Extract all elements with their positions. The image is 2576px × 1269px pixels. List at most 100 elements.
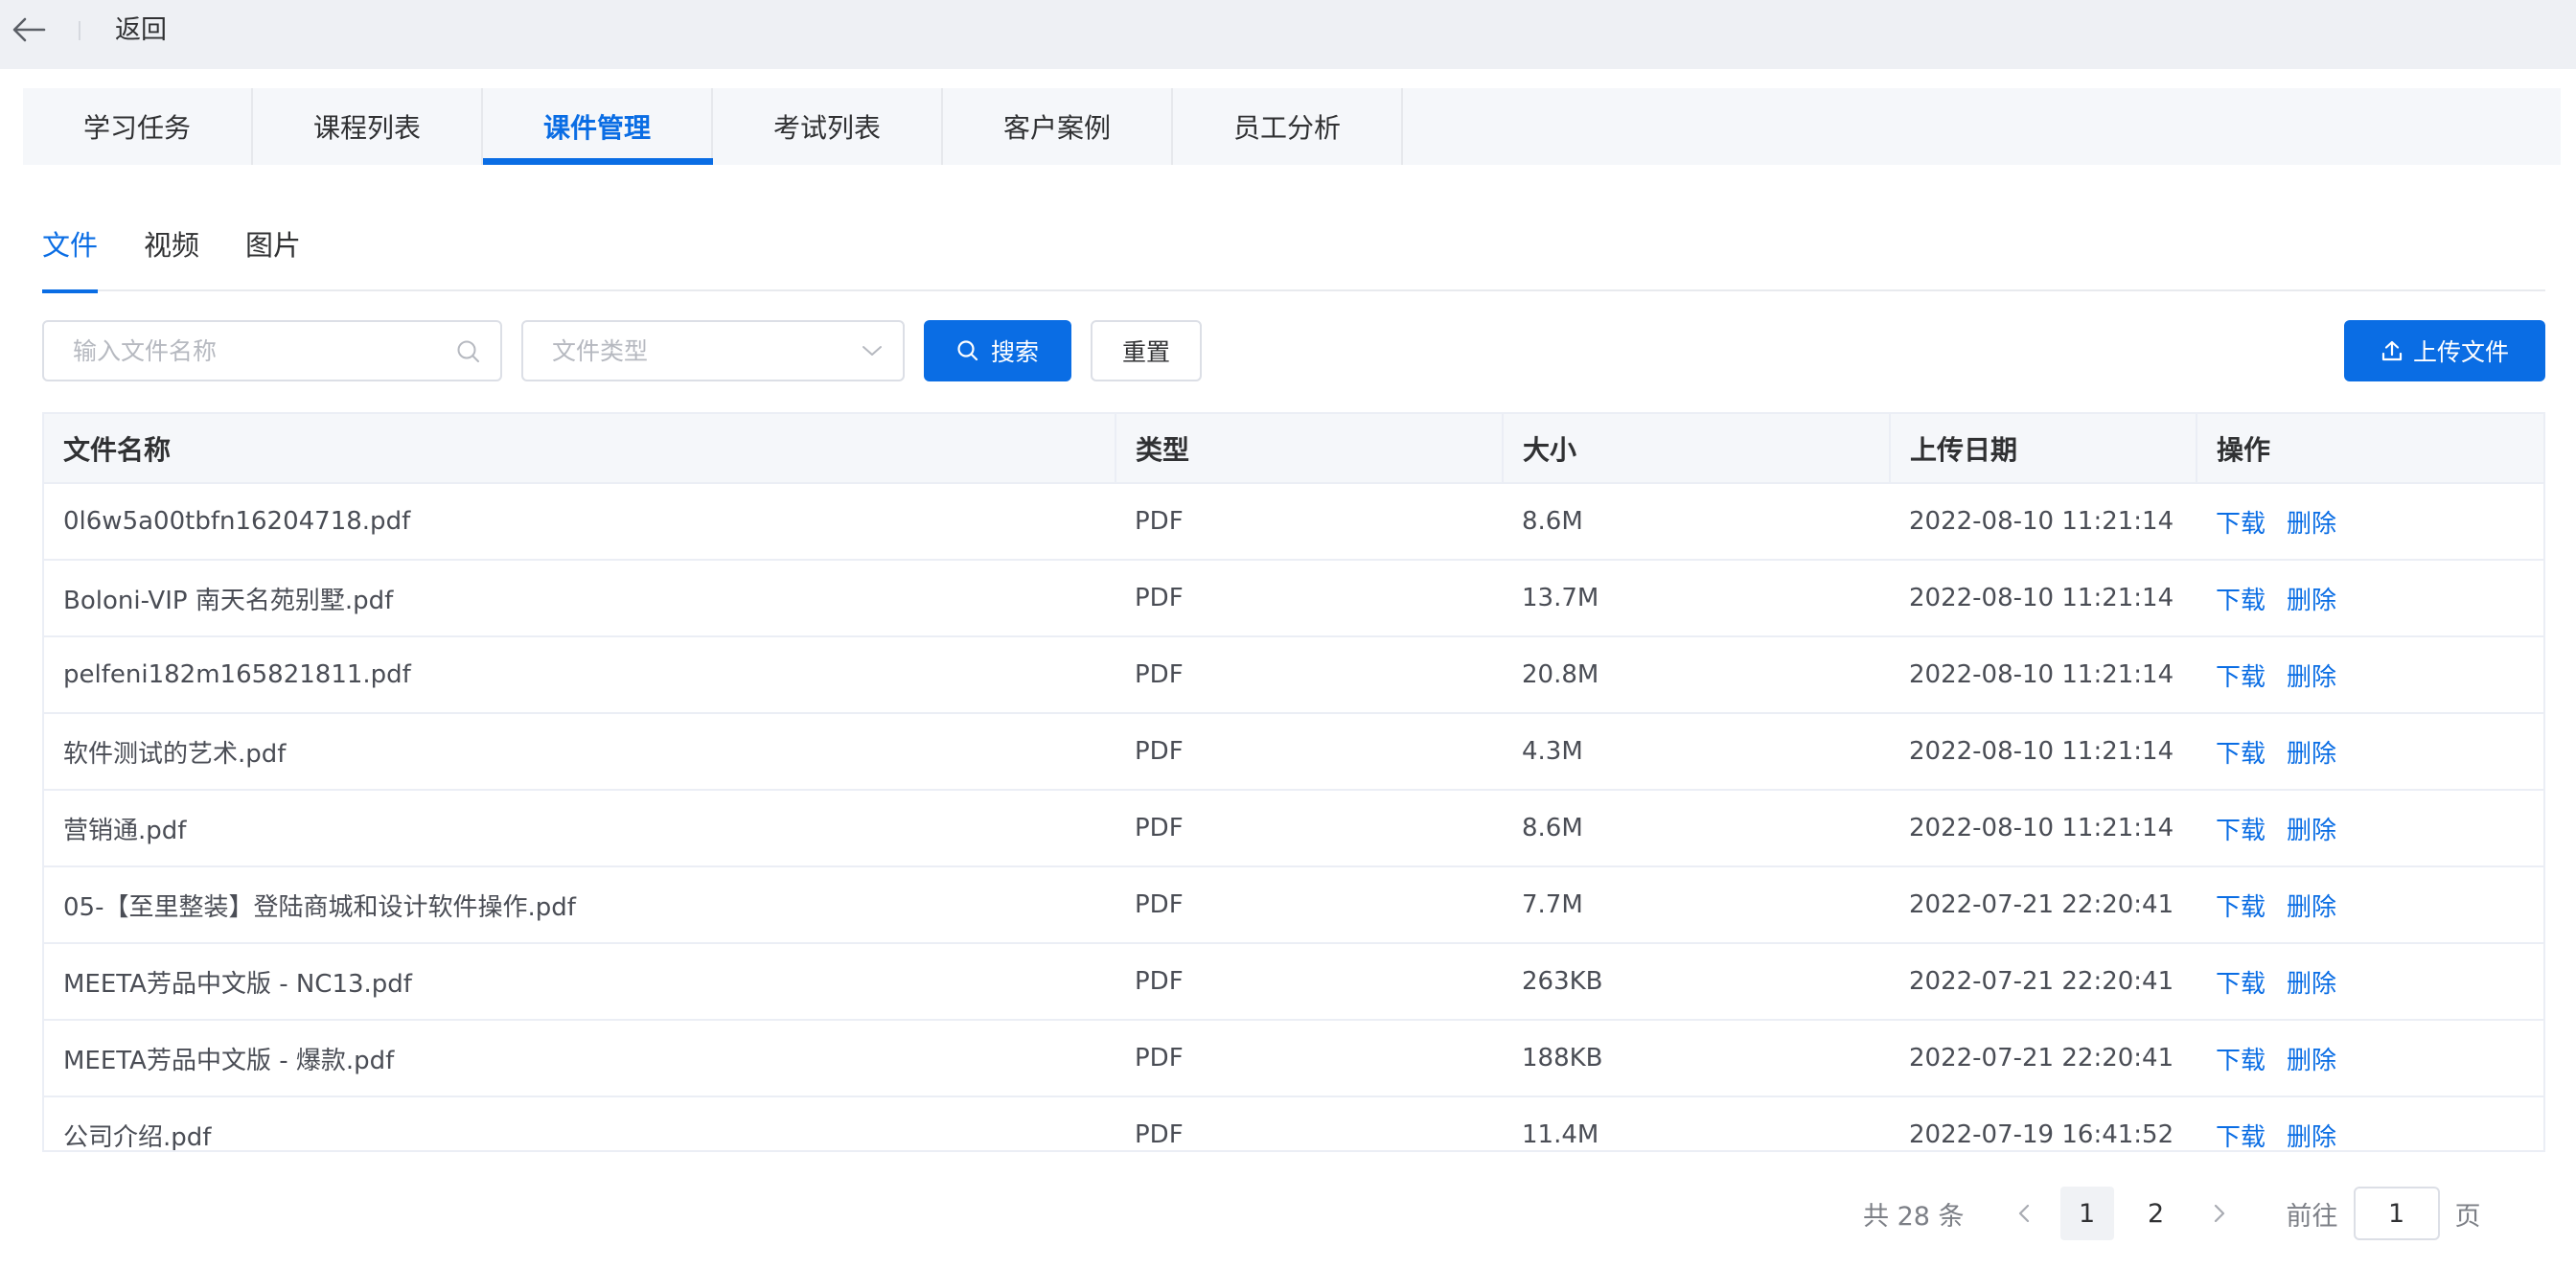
delete-link[interactable]: 删除 — [2287, 1047, 2336, 1075]
cell-size: 8.6M — [1503, 790, 1890, 867]
topbar-divider — [79, 21, 80, 40]
delete-link[interactable]: 删除 — [2287, 740, 2336, 769]
table-row: pelfeni182m165821811.pdf PDF 20.8M 2022-08-… — [44, 636, 2543, 714]
delete-link[interactable]: 删除 — [2287, 1123, 2336, 1151]
cell-type: PDF — [1116, 866, 1503, 944]
file-type-placeholder: 文件类型 — [552, 337, 649, 365]
back-link[interactable]: 返回 — [115, 13, 167, 48]
delete-link[interactable]: 删除 — [2287, 970, 2336, 999]
download-link[interactable]: 下载 — [2216, 1123, 2266, 1151]
cell-type: PDF — [1116, 943, 1503, 1021]
download-link[interactable]: 下载 — [2216, 740, 2266, 769]
cell-name: 软件测试的艺术.pdf — [44, 713, 1116, 791]
chevron-right-icon — [2214, 1204, 2224, 1223]
download-link[interactable]: 下载 — [2216, 510, 2266, 539]
total-count: 共 28 条 — [1863, 1201, 1965, 1232]
cell-size: 4.3M — [1503, 713, 1890, 791]
page-number-button[interactable]: 1 — [2059, 1187, 2114, 1240]
cell-type: PDF — [1116, 713, 1503, 791]
main-tabs: 学习任务 课程列表 课件管理 考试列表 客户案例 员工分析 — [23, 88, 2561, 165]
main-content: 学习任务课程列表课件管理考试列表客户案例员工分析 文件视频图片 文件类型 搜索 … — [4, 69, 2576, 1269]
cell-date: 2022-07-21 22:20:41 — [1890, 866, 2196, 944]
pagination: 共 28 条 12 前往 1 页 — [1863, 1185, 2481, 1242]
cell-actions: 下载 删除 — [2196, 1020, 2543, 1097]
cell-actions: 下载 删除 — [2196, 483, 2543, 561]
sub-tabs: 文件 视频 图片 — [42, 219, 2545, 293]
download-link[interactable]: 下载 — [2216, 587, 2266, 615]
cell-actions: 下载 删除 — [2196, 1096, 2543, 1151]
main-tab[interactable]: 课程列表 — [253, 88, 483, 165]
cell-name: 05-【至里整装】登陆商城和设计软件操作.pdf — [44, 866, 1116, 944]
reset-button-label: 重置 — [1121, 338, 1170, 366]
table-row: Boloni-VIP 南天名苑别墅.pdf PDF 13.7M 2022-08-10 … — [44, 560, 2543, 637]
cell-actions: 下载 删除 — [2196, 713, 2543, 791]
top-bar: 返回 — [0, 0, 2576, 69]
cell-name: MEETA芳品中文版 - NC13.pdf — [44, 943, 1116, 1021]
table-row: 软件测试的艺术.pdf PDF 4.3M 2022-08-10 11:21:14 下载删… — [44, 713, 2543, 791]
download-link[interactable]: 下载 — [2216, 970, 2266, 999]
file-name-input[interactable] — [73, 322, 456, 380]
delete-link[interactable]: 删除 — [2287, 893, 2336, 922]
cell-name: Boloni-VIP 南天名苑别墅.pdf — [44, 560, 1116, 637]
sub-tab[interactable]: 图片 — [245, 219, 301, 291]
table-row: 0l6w5a00tbfn16204718.pdf PDF 8.6M 2022-08-1… — [44, 483, 2543, 561]
cell-size: 8.6M — [1503, 483, 1890, 561]
delete-link[interactable]: 删除 — [2287, 663, 2336, 692]
download-link[interactable]: 下载 — [2216, 817, 2266, 845]
cell-type: PDF — [1116, 483, 1503, 561]
chevron-left-icon — [2018, 1204, 2029, 1223]
main-tab[interactable]: 员工分析 — [1173, 88, 1403, 165]
cell-date: 2022-07-19 16:41:52 — [1890, 1096, 2196, 1150]
cell-actions: 下载 删除 — [2196, 790, 2543, 867]
upload-file-button[interactable]: 上传文件 — [2344, 320, 2545, 381]
main-tab[interactable]: 学习任务 — [23, 88, 253, 165]
cell-size: 11.4M — [1503, 1096, 1890, 1150]
column-header: 文件名称 — [44, 414, 1116, 484]
cell-size: 263KB — [1503, 943, 1890, 1021]
download-link[interactable]: 下载 — [2216, 663, 2266, 692]
arrow-left-icon[interactable] — [10, 14, 48, 45]
sub-tab[interactable]: 视频 — [144, 219, 199, 291]
search-button-label: 搜索 — [990, 338, 1039, 366]
cell-actions: 下载 删除 — [2196, 866, 2543, 944]
cell-name: 0l6w5a00tbfn16204718.pdf — [44, 483, 1116, 561]
goto-page-input[interactable]: 1 — [2353, 1187, 2440, 1240]
page-number-button[interactable]: 2 — [2129, 1187, 2183, 1240]
file-type-select[interactable]: 文件类型 — [521, 320, 905, 381]
file-name-search-field[interactable] — [42, 320, 502, 381]
cell-size: 7.7M — [1503, 866, 1890, 944]
main-tab[interactable]: 考试列表 — [713, 88, 943, 165]
cell-date: 2022-08-10 11:21:14 — [1890, 636, 2196, 714]
cell-name: 营销通.pdf — [44, 790, 1116, 867]
file-table: 文件名称 类型 大小 上传日期 操作 0l6w5a00tbfn16204718.pdf P… — [42, 412, 2545, 1152]
main-tab[interactable]: 课件管理 — [483, 88, 713, 165]
table-row: 公司介绍.pdf PDF 11.4M 2022-07-19 16:41:52 下载 删除 — [44, 1096, 2543, 1151]
table-row: 05-【至里整装】登陆商城和设计软件操作.pdf PDF 7.7M 2022-07-2… — [44, 866, 2543, 944]
cell-date: 2022-08-10 11:21:14 — [1890, 483, 2196, 561]
sub-tab[interactable]: 文件 — [42, 219, 99, 293]
cell-size: 20.8M — [1503, 636, 1890, 714]
delete-link[interactable]: 删除 — [2287, 510, 2336, 539]
download-link[interactable]: 下载 — [2216, 893, 2266, 922]
search-icon — [957, 340, 978, 361]
column-header: 大小 — [1503, 414, 1891, 484]
search-icon — [457, 340, 479, 362]
cell-date: 2022-08-10 11:21:14 — [1890, 560, 2196, 637]
table-body: 0l6w5a00tbfn16204718.pdf PDF 8.6M 2022-08-1… — [44, 483, 2543, 1151]
cell-date: 2022-07-21 22:20:41 — [1890, 943, 2196, 1021]
cell-actions: 下载 删除 — [2196, 636, 2543, 714]
search-button[interactable]: 搜索 — [924, 320, 1071, 381]
page-suffix: 页 — [2454, 1201, 2481, 1232]
chevron-down-icon — [862, 346, 882, 356]
column-header: 上传日期 — [1890, 414, 2197, 484]
download-link[interactable]: 下载 — [2216, 1047, 2266, 1075]
prev-page-button[interactable] — [2005, 1187, 2043, 1240]
cell-type: PDF — [1116, 1020, 1503, 1097]
delete-link[interactable]: 删除 — [2287, 817, 2336, 845]
table-header-row: 文件名称 类型 大小 上传日期 操作 — [44, 414, 2543, 484]
reset-button[interactable]: 重置 — [1091, 320, 1202, 381]
main-tab[interactable]: 客户案例 — [943, 88, 1173, 165]
next-page-button[interactable] — [2200, 1187, 2239, 1240]
cell-name: MEETA芳品中文版 - 爆款.pdf — [44, 1020, 1116, 1097]
delete-link[interactable]: 删除 — [2287, 587, 2336, 615]
